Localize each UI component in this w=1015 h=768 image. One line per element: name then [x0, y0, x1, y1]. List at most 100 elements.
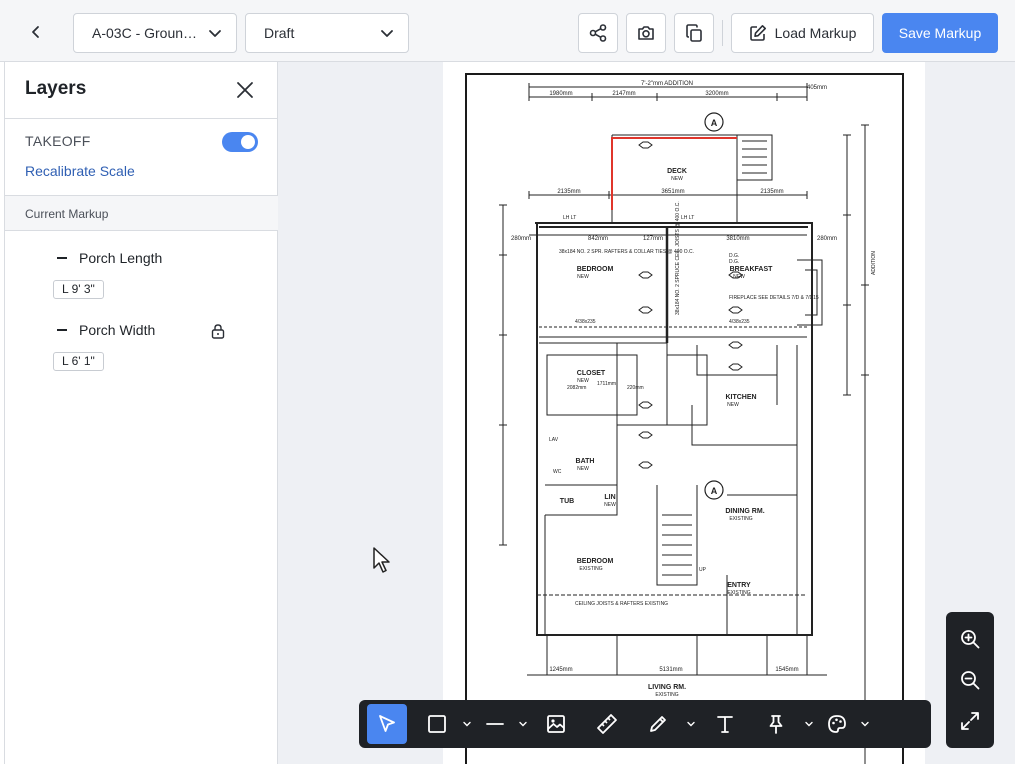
chevron-down-icon	[519, 721, 527, 727]
drawing-note: WC	[553, 469, 562, 475]
duplicate-button[interactable]	[674, 13, 714, 53]
sheet-select[interactable]: A-03C - Groun…	[73, 13, 237, 53]
status-select[interactable]: Draft	[245, 13, 409, 53]
drawing-canvas[interactable]: A A 7'-2"mm ADDITION 1980mm 2147mm 3200m…	[278, 62, 1015, 764]
section-marker-label: A	[711, 486, 718, 496]
floor-plan[interactable]: A A 7'-2"mm ADDITION 1980mm 2147mm 3200m…	[465, 73, 904, 764]
markup-item-porch-width[interactable]: Porch Width	[57, 322, 155, 338]
drawing-note: 4/38x235	[729, 319, 750, 325]
copy-icon	[686, 24, 702, 42]
load-markup-button[interactable]: Load Markup	[731, 13, 874, 53]
chevron-down-icon	[861, 721, 869, 727]
pencil-options-caret[interactable]	[683, 704, 699, 744]
toolbar-divider	[722, 20, 723, 46]
save-markup-label: Save Markup	[898, 25, 982, 41]
dim-label: 405mm	[807, 85, 827, 91]
pin-tool[interactable]	[751, 704, 801, 744]
mouse-cursor-icon	[373, 547, 390, 573]
line-icon	[57, 329, 67, 331]
rectangle-options-caret[interactable]	[459, 704, 475, 744]
share-icon	[589, 24, 607, 42]
pin-icon	[769, 715, 783, 734]
drawing-note: 1711mm	[597, 381, 616, 387]
zoom-in-button[interactable]	[954, 623, 986, 655]
line-icon	[486, 723, 504, 725]
color-options-caret[interactable]	[857, 704, 873, 744]
measure-chip: L 9' 3"	[53, 280, 104, 299]
dim-label: 280mm	[817, 236, 837, 242]
zoom-controls	[946, 612, 994, 748]
room-label: DINING RM.	[725, 508, 764, 515]
room-label: TUB	[560, 498, 574, 505]
dim-label: 2135mm	[557, 189, 580, 195]
current-markup-header: Current Markup	[5, 195, 278, 231]
zoom-out-button[interactable]	[954, 664, 986, 696]
room-sublabel: NEW	[727, 402, 739, 408]
markup-item-label: Porch Width	[79, 322, 156, 338]
snapshot-button[interactable]	[626, 13, 666, 53]
drawing-note: 4/38x235	[575, 319, 596, 325]
dim-label: 5131mm	[659, 667, 682, 673]
rectangle-icon	[428, 715, 446, 733]
dim-label: 127mm	[643, 236, 663, 242]
room-label: LIN	[604, 494, 615, 501]
ruler-icon	[597, 714, 617, 734]
room-sublabel: NEW	[577, 378, 589, 384]
section-marker-label: A	[711, 118, 718, 128]
recalibrate-scale-link[interactable]: Recalibrate Scale	[25, 163, 135, 179]
drawing-note: CEILING JOISTS & RAFTERS EXISTING	[575, 601, 668, 607]
drawing-note: 38x184 NO. 2 SPR. RAFTERS & COLLAR TIES …	[559, 249, 694, 255]
measure-tool[interactable]	[581, 704, 633, 744]
palette-icon	[828, 715, 846, 733]
dim-label: 280mm	[511, 236, 531, 242]
close-icon[interactable]	[233, 78, 257, 102]
chevron-down-icon	[209, 30, 221, 37]
zoom-in-icon	[961, 629, 980, 649]
layers-panel: Layers TAKEOFF Recalibrate Scale Current…	[4, 62, 278, 764]
lock-icon[interactable]	[210, 323, 226, 339]
drawing-note: UP	[699, 567, 707, 573]
dim-label: 3651mm	[661, 189, 684, 195]
room-sublabel: NEW	[577, 466, 589, 472]
share-button[interactable]	[578, 13, 618, 53]
line-tool[interactable]	[475, 704, 515, 744]
pencil-tool[interactable]	[633, 704, 683, 744]
back-button[interactable]	[20, 18, 52, 46]
room-label: ENTRY	[727, 582, 751, 589]
dim-label: 1980mm	[549, 91, 572, 97]
color-tool[interactable]	[817, 704, 857, 744]
text-tool[interactable]	[699, 704, 751, 744]
pencil-icon	[650, 716, 666, 732]
fullscreen-icon	[961, 712, 979, 731]
markup-item-porch-length[interactable]: Porch Length	[57, 250, 162, 266]
line-options-caret[interactable]	[515, 704, 531, 744]
drawing-sheet: A A 7'-2"mm ADDITION 1980mm 2147mm 3200m…	[443, 62, 925, 764]
zoom-out-icon	[961, 671, 980, 690]
room-sublabel: NEW	[604, 502, 616, 508]
takeoff-label: TAKEOFF	[25, 133, 91, 149]
pin-options-caret[interactable]	[801, 704, 817, 744]
image-tool[interactable]	[531, 704, 581, 744]
image-icon	[547, 715, 565, 733]
rectangle-tool[interactable]	[415, 704, 459, 744]
dim-label: 1245mm	[549, 667, 572, 673]
takeoff-toggle[interactable]	[222, 132, 258, 152]
select-tool[interactable]	[367, 704, 407, 744]
chevron-down-icon	[687, 721, 695, 727]
panel-divider	[5, 118, 278, 119]
load-markup-label: Load Markup	[774, 25, 857, 41]
measure-chip: L 6' 1"	[53, 352, 104, 371]
dim-label: 2135mm	[760, 189, 783, 195]
chevron-left-icon	[32, 26, 39, 38]
room-label: BEDROOM	[577, 558, 614, 565]
chevron-down-icon	[381, 30, 393, 37]
fit-screen-button[interactable]	[954, 705, 986, 737]
drawing-note: 220mm	[627, 385, 644, 391]
dim-label: 2147mm	[612, 91, 635, 97]
drawing-note: LH LT	[681, 215, 694, 221]
status-select-value: Draft	[264, 25, 295, 41]
edit-icon	[749, 25, 766, 41]
save-markup-button[interactable]: Save Markup	[882, 13, 998, 53]
room-sublabel: EXISTING	[727, 590, 750, 596]
drawing-note: D.G.	[729, 259, 739, 265]
